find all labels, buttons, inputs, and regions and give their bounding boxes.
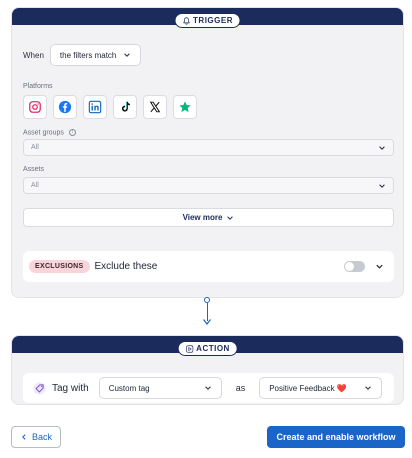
asset-groups-value: All — [31, 144, 39, 151]
assets-value: All — [31, 182, 39, 189]
arrow-down-icon — [203, 319, 211, 325]
platform-instagram[interactable] — [23, 95, 47, 119]
x-icon — [149, 101, 161, 113]
bell-icon — [182, 16, 190, 25]
when-select[interactable]: the filters match — [49, 44, 142, 66]
chevron-down-icon[interactable] — [375, 262, 384, 271]
platform-x[interactable] — [143, 95, 167, 119]
back-button[interactable]: Back — [11, 426, 61, 448]
trigger-pill: TRIGGER — [174, 13, 241, 28]
asset-groups-select[interactable]: All — [23, 139, 394, 156]
create-workflow-button[interactable]: Create and enable workflow — [267, 426, 405, 448]
star-icon — [179, 101, 191, 113]
trigger-card: TRIGGER When the filters match Platforms… — [11, 7, 404, 298]
platforms-label: Platforms — [23, 83, 53, 90]
tag-select[interactable]: Custom tag — [98, 377, 222, 399]
chevron-down-icon — [227, 215, 234, 220]
exclusions-toggle[interactable] — [344, 261, 365, 272]
when-label: When — [23, 50, 44, 60]
chevron-down-icon — [124, 53, 131, 57]
action-pill-label: ACTION — [196, 344, 230, 353]
platform-linkedin[interactable] — [83, 95, 107, 119]
action-pill: ACTION — [177, 341, 238, 356]
exclusions-text: Exclude these — [94, 261, 158, 272]
when-row: When the filters match — [23, 44, 142, 66]
tiktok-icon — [121, 101, 130, 112]
platform-trustpilot[interactable] — [173, 95, 197, 119]
chevron-left-icon — [22, 434, 26, 440]
assets-select[interactable]: All — [23, 177, 394, 194]
as-label: as — [235, 383, 246, 393]
tag-icon — [33, 381, 46, 395]
heart-emoji: ❤️ — [336, 383, 347, 393]
as-select[interactable]: Positive Feedback ❤️ — [259, 377, 383, 399]
platform-tiktok[interactable] — [113, 95, 137, 119]
asset-groups-label-text: Asset groups — [23, 129, 64, 137]
facebook-icon — [58, 100, 72, 114]
back-label: Back — [31, 432, 52, 442]
chevron-down-icon — [379, 145, 385, 150]
action-card: ACTION Tag with Custom tag as Positive F… — [11, 335, 404, 405]
platforms-list — [23, 95, 197, 119]
play-icon — [185, 344, 193, 353]
tag-select-value: Custom tag — [108, 383, 150, 393]
chevron-down-icon — [204, 386, 211, 390]
instagram-icon — [29, 101, 41, 113]
action-row: Tag with Custom tag as Positive Feedback… — [23, 373, 394, 403]
view-more-label: View more — [182, 213, 223, 222]
view-more-button[interactable]: View more — [23, 208, 394, 227]
info-icon[interactable]: i — [68, 129, 76, 136]
linkedin-icon — [88, 100, 102, 114]
assets-label: Assets — [23, 166, 45, 173]
platform-facebook[interactable] — [53, 95, 77, 119]
toggle-knob — [345, 262, 354, 271]
exclusions-badge: EXCLUSIONS — [29, 260, 90, 273]
exclusions-row[interactable]: EXCLUSIONS Exclude these — [23, 251, 394, 282]
chevron-down-icon — [379, 183, 385, 188]
chevron-down-icon — [365, 386, 371, 390]
as-select-value-wrap: Positive Feedback ❤️ — [269, 384, 347, 393]
tag-with-label: Tag with — [52, 382, 89, 394]
trigger-pill-label: TRIGGER — [193, 16, 233, 25]
as-select-value: Positive Feedback — [269, 383, 335, 393]
when-select-value: the filters match — [59, 50, 117, 60]
create-label: Create and enable workflow — [276, 432, 396, 442]
asset-groups-label: Asset groups i — [23, 129, 76, 136]
